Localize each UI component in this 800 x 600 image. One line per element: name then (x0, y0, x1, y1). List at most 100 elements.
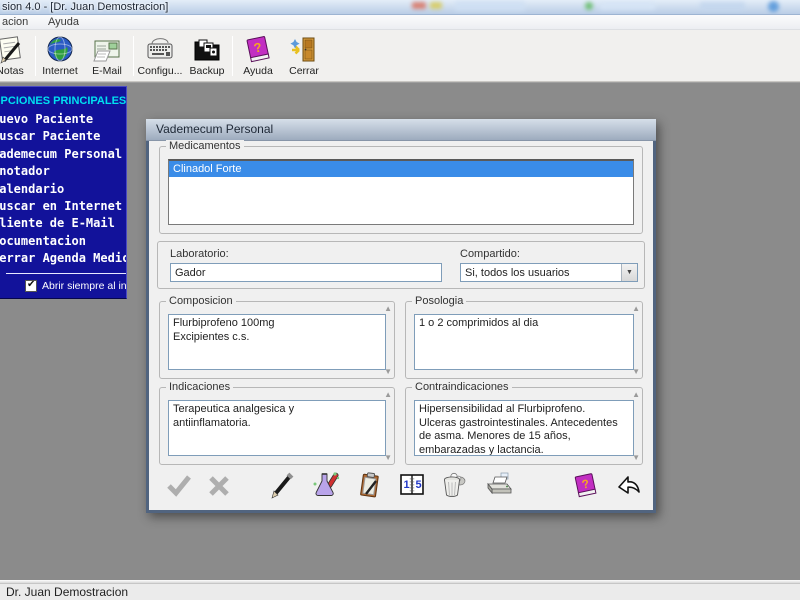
background-window-artifact (412, 2, 426, 9)
edit-pencil-icon[interactable] (268, 471, 296, 499)
abrir-siempre-checkbox-label: Abrir siempre al iniciar (42, 279, 127, 292)
medicamentos-label: Medicamentos (166, 140, 244, 152)
keyboard-icon (147, 38, 173, 59)
vademecum-personal-dialog: Vademecum Personal Medicamentos Clinadol… (146, 119, 656, 513)
email-icon (93, 40, 120, 62)
sidebar-item-nuevo-paciente[interactable]: Nuevo Paciente (0, 111, 126, 128)
sidebar-item-cerrar-agenda-medica[interactable]: Cerrar Agenda Medica (0, 250, 126, 267)
compartido-label: Compartido: (460, 248, 520, 260)
vademecum-book-icon[interactable]: 1 5 (398, 471, 426, 499)
sidebar-header: OPCIONES PRINCIPALES: (0, 95, 127, 107)
composicion-label: Composicion (166, 295, 236, 307)
trash-icon[interactable] (440, 471, 468, 499)
help-book-icon: ? (246, 36, 270, 63)
posologia-textarea[interactable]: 1 o 2 comprimidos al dia (414, 314, 634, 370)
clipboard-icon[interactable] (355, 471, 383, 499)
scroll-down-icon[interactable] (384, 367, 392, 376)
sidebar-item-buscar-paciente[interactable]: Buscar Paciente (0, 128, 126, 145)
scroll-down-icon[interactable] (632, 453, 640, 462)
globe-icon (47, 36, 73, 62)
printer-icon[interactable] (485, 471, 513, 499)
backup-button[interactable]: Backup (184, 34, 230, 80)
toolbar-label: Ayuda (243, 65, 273, 77)
dialog-title: Vademecum Personal (156, 122, 274, 136)
scroll-down-icon[interactable] (384, 453, 392, 462)
application-window: sion 4.0 - [Dr. Juan Demostracion] acion… (0, 0, 800, 600)
sidebar-opciones-principales: OPCIONES PRINCIPALES: Nuevo Paciente Bus… (0, 86, 127, 299)
background-window-artifact (768, 1, 779, 12)
sidebar-item-vademecum-personal[interactable]: Vademecum Personal (0, 146, 126, 163)
menu-bar: acion Ayuda (0, 15, 800, 30)
scroll-up-icon[interactable] (632, 304, 640, 313)
sidebar-item-documentacion[interactable]: Documentacion (0, 233, 126, 250)
toolbar-label: Configu... (137, 65, 183, 77)
background-window-artifact (430, 2, 442, 9)
menu-item-ayuda[interactable]: Ayuda (48, 16, 79, 28)
toolbar-separator (232, 36, 233, 76)
composicion-groupbox: Composicion Flurbiprofeno 100mg Excipien… (159, 295, 395, 379)
ayuda-button[interactable]: ? Ayuda (236, 34, 280, 80)
indicaciones-groupbox: Indicaciones Terapeutica analgesica y an… (159, 381, 395, 465)
dialog-titlebar[interactable]: Vademecum Personal (146, 119, 656, 141)
internet-button[interactable]: Internet (38, 34, 82, 80)
background-window-artifact (700, 2, 745, 10)
contraindicaciones-label: Contraindicaciones (412, 381, 512, 393)
svg-text:1: 1 (404, 479, 410, 491)
backup-folder-icon (194, 39, 220, 61)
status-bar: Dr. Juan Demostracion (0, 583, 800, 600)
scroll-up-icon[interactable] (384, 390, 392, 399)
laboratorio-label: Laboratorio: (170, 248, 229, 260)
configuracion-button[interactable]: Configu... (136, 34, 184, 80)
background-window-artifact (455, 1, 525, 11)
scroll-down-icon[interactable] (632, 367, 640, 376)
laboratorio-input[interactable]: Gador (170, 263, 442, 282)
scroll-up-icon[interactable] (384, 304, 392, 313)
sidebar-item-cliente-de-email[interactable]: Cliente de E-Mail (0, 215, 126, 232)
sidebar-item-anotador[interactable]: Anotador (0, 163, 126, 180)
sidebar-item-buscar-en-internet[interactable]: Buscar en Internet (0, 198, 126, 215)
toolbar-separator (133, 36, 134, 76)
scroll-up-icon[interactable] (632, 390, 640, 399)
sidebar-item-calendario[interactable]: Calendario (0, 181, 126, 198)
toolbar-label: Cerrar (289, 65, 319, 77)
posologia-label: Posologia (412, 295, 467, 307)
medicamento-selected-item[interactable]: Clinadol Forte (169, 161, 633, 177)
menu-item-configuracion[interactable]: acion (2, 16, 28, 28)
notes-icon (0, 36, 21, 64)
svg-text:5: 5 (416, 479, 422, 491)
dropdown-arrow-icon[interactable] (621, 264, 637, 281)
medicamentos-groupbox: Medicamentos Clinadol Forte (159, 140, 643, 234)
lab-flask-icon[interactable] (312, 471, 340, 499)
compartido-selected-value: Si, todos los usuarios (465, 267, 570, 279)
window-title: sion 4.0 - [Dr. Juan Demostracion] (2, 1, 169, 13)
notas-button[interactable]: Notas (0, 34, 32, 80)
background-window-artifact (585, 2, 593, 10)
cerrar-button[interactable]: Cerrar (282, 34, 326, 80)
lab-compartido-frame: Laboratorio: Gador Compartido: Si, todos… (157, 241, 645, 289)
indicaciones-textarea[interactable]: Terapeutica analgesica y antiinflamatori… (168, 400, 386, 456)
cancel-icon[interactable] (205, 471, 233, 499)
indicaciones-label: Indicaciones (166, 381, 234, 393)
compartido-dropdown[interactable]: Si, todos los usuarios (460, 263, 638, 282)
abrir-siempre-checkbox[interactable] (25, 279, 37, 292)
toolbar-label: E-Mail (92, 65, 122, 77)
status-text: Dr. Juan Demostracion (6, 585, 129, 599)
toolbar-label: Internet (42, 65, 78, 77)
window-titlebar[interactable]: sion 4.0 - [Dr. Juan Demostracion] (0, 0, 800, 15)
posologia-groupbox: Posologia 1 o 2 comprimidos al dia (405, 295, 643, 379)
contraindicaciones-textarea[interactable]: Hipersensibilidad al Flurbiprofeno. Ulce… (414, 400, 634, 456)
main-workspace: OPCIONES PRINCIPALES: Nuevo Paciente Bus… (0, 82, 800, 580)
main-toolbar: Notas Internet E-Mail Configu... Backup … (0, 30, 800, 82)
contraindicaciones-groupbox: Contraindicaciones Hipersensibilidad al … (405, 381, 643, 465)
help-book-icon[interactable]: ? (572, 471, 600, 499)
email-button[interactable]: E-Mail (85, 34, 129, 80)
medicamentos-listbox[interactable]: Clinadol Forte (168, 159, 634, 225)
background-window-artifact (600, 2, 655, 10)
composicion-textarea[interactable]: Flurbiprofeno 100mg Excipientes c.s. (168, 314, 386, 370)
toolbar-label: Notas (0, 65, 24, 77)
confirm-icon[interactable] (165, 471, 193, 499)
toolbar-label: Backup (189, 65, 225, 77)
exit-arrow-icon[interactable] (615, 471, 643, 499)
toolbar-separator (35, 36, 36, 76)
exit-door-icon (290, 37, 315, 62)
